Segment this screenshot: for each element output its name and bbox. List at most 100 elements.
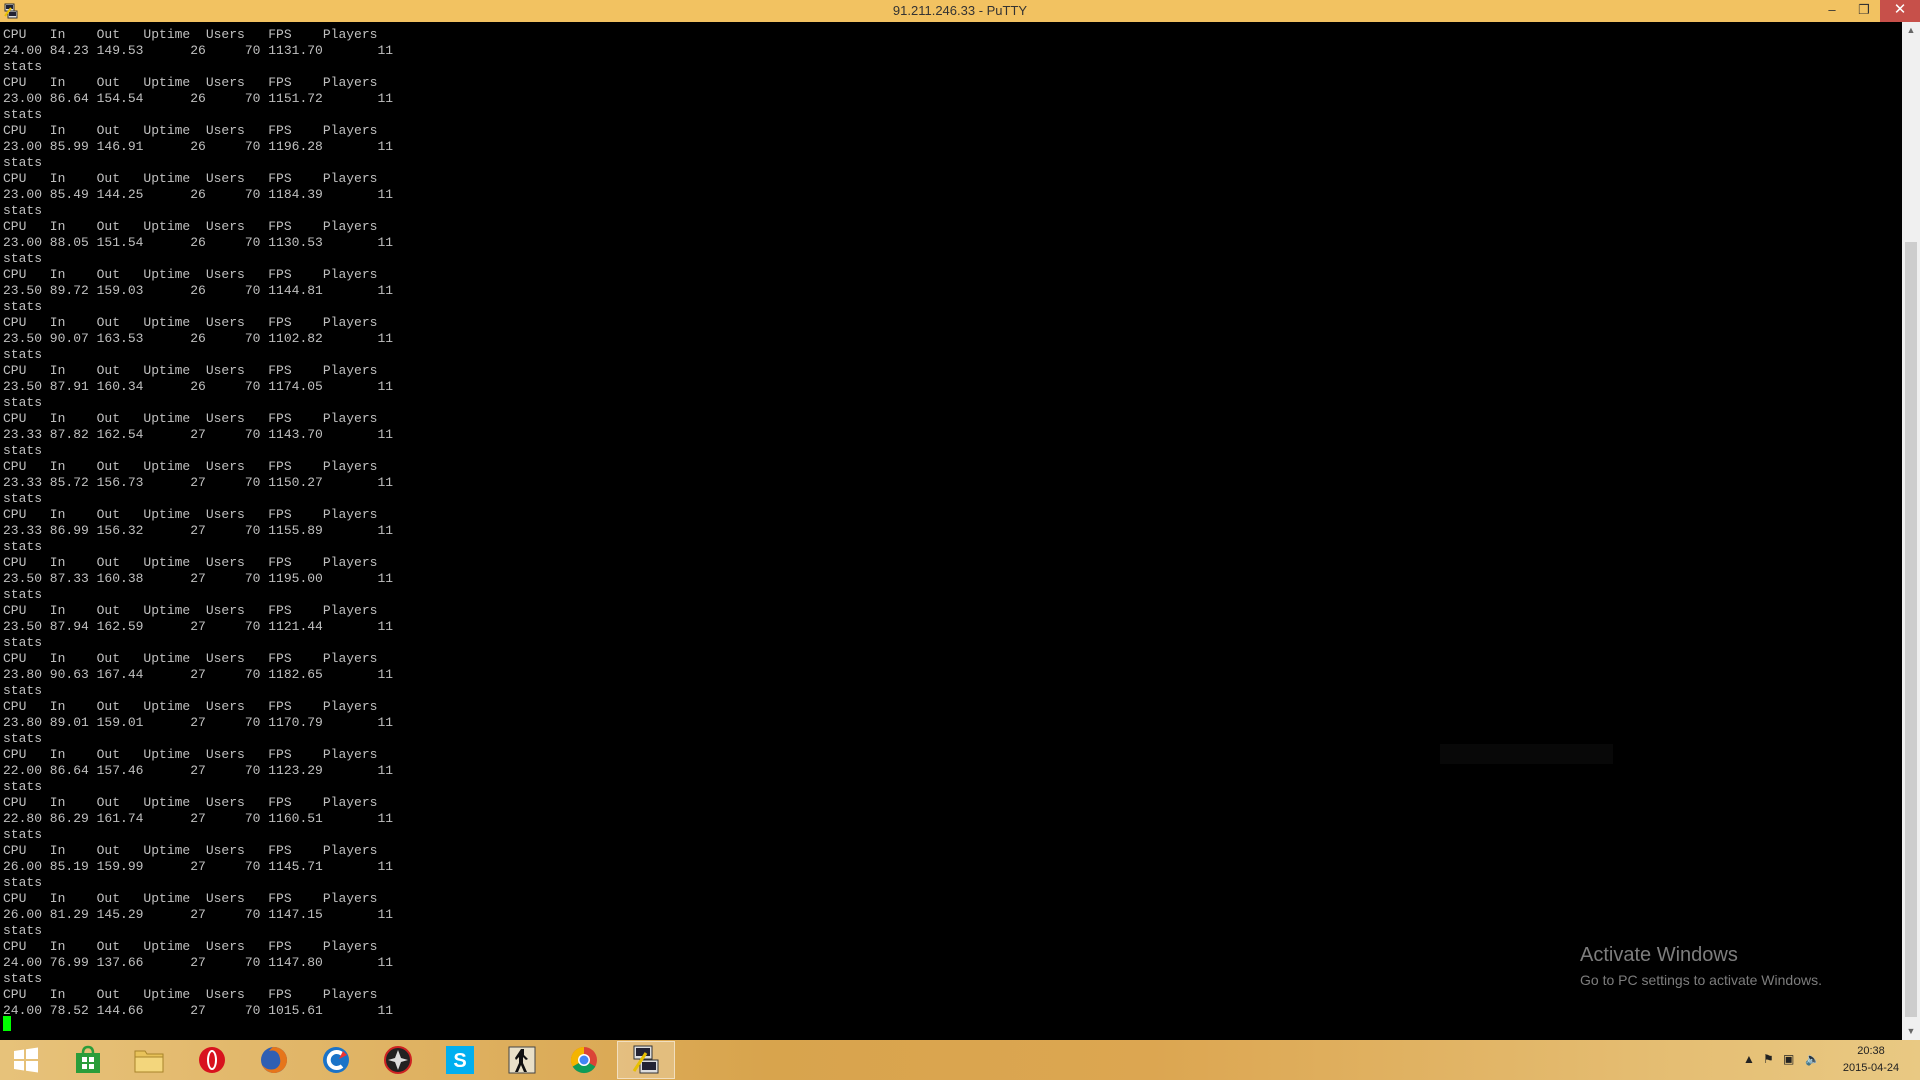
taskbar-ccleaner[interactable]	[307, 1041, 365, 1079]
scroll-up-arrow-icon[interactable]: ▲	[1902, 22, 1920, 39]
taskbar-putty[interactable]	[617, 1041, 675, 1079]
svg-text:S: S	[453, 1050, 466, 1072]
terminal-line: 26.00 85.19 159.99 27 70 1145.71 11	[3, 859, 394, 874]
terminal-line: 24.00 78.52 144.66 27 70 1015.61 11	[3, 1003, 394, 1018]
activate-windows-title: Activate Windows	[1580, 944, 1738, 966]
terminal-line: 23.00 85.99 146.91 26 70 1196.28 11	[3, 139, 394, 154]
terminal-line: stats	[3, 203, 43, 218]
terminal-line: 23.80 90.63 167.44 27 70 1182.65 11	[3, 667, 394, 682]
terminal-line: CPU In Out Uptime Users FPS Players	[3, 987, 378, 1002]
terminal-line: CPU In Out Uptime Users FPS Players	[3, 843, 378, 858]
taskbar-chrome[interactable]	[555, 1041, 613, 1079]
network-icon[interactable]: ▣	[1783, 1052, 1794, 1066]
tooltip-ghost	[1440, 744, 1613, 764]
terminal-line: 22.80 86.29 161.74 27 70 1160.51 11	[3, 811, 394, 826]
scroll-down-arrow-icon[interactable]: ▼	[1902, 1023, 1920, 1040]
store-icon	[76, 1045, 100, 1073]
terminal-line: 26.00 81.29 145.29 27 70 1147.15 11	[3, 907, 394, 922]
terminal-line: CPU In Out Uptime Users FPS Players	[3, 603, 378, 618]
terminal-line: CPU In Out Uptime Users FPS Players	[3, 411, 378, 426]
taskbar-game-app[interactable]	[369, 1041, 427, 1079]
taskbar-store[interactable]	[59, 1041, 117, 1079]
minimize-button[interactable]: –	[1816, 0, 1848, 22]
taskbar: S	[0, 1040, 1920, 1080]
terminal-line: stats	[3, 539, 43, 554]
terminal-line: stats	[3, 923, 43, 938]
terminal-line: stats	[3, 299, 43, 314]
terminal-line: 23.50 87.94 162.59 27 70 1121.44 11	[3, 619, 394, 634]
terminal-line: CPU In Out Uptime Users FPS Players	[3, 75, 378, 90]
terminal-line: stats	[3, 491, 43, 506]
clock-time[interactable]: 20:38	[1836, 1045, 1906, 1057]
terminal-line: stats	[3, 347, 43, 362]
activate-windows-subtitle: Go to PC settings to activate Windows.	[1580, 972, 1822, 988]
folder-icon	[134, 1050, 164, 1073]
terminal-line: CPU In Out Uptime Users FPS Players	[3, 363, 378, 378]
terminal-line: stats	[3, 827, 43, 842]
terminal-line: CPU In Out Uptime Users FPS Players	[3, 267, 378, 282]
terminal-line: CPU In Out Uptime Users FPS Players	[3, 651, 378, 666]
clock-date[interactable]: 2015-04-24	[1836, 1062, 1906, 1074]
taskbar-skype[interactable]: S	[431, 1041, 489, 1079]
window-title: 91.211.246.33 - PuTTY	[892, 3, 1028, 18]
terminal-line: CPU In Out Uptime Users FPS Players	[3, 891, 378, 906]
start-button[interactable]	[0, 1041, 52, 1079]
terminal-line: stats	[3, 971, 43, 986]
skype-icon: S	[446, 1046, 474, 1074]
terminal-line: CPU In Out Uptime Users FPS Players	[3, 219, 378, 234]
windows-logo-icon	[14, 1047, 38, 1073]
terminal-line: stats	[3, 587, 43, 602]
restore-button[interactable]: ❐	[1848, 0, 1880, 22]
terminal-line: 23.80 89.01 159.01 27 70 1170.79 11	[3, 715, 394, 730]
terminal-line: CPU In Out Uptime Users FPS Players	[3, 315, 378, 330]
terminal-line: 23.50 87.91 160.34 26 70 1174.05 11	[3, 379, 394, 394]
terminal-line: stats	[3, 635, 43, 650]
scroll-thumb[interactable]	[1905, 242, 1917, 1017]
terminal-line: 23.33 86.99 156.32 27 70 1155.89 11	[3, 523, 394, 538]
terminal-line: stats	[3, 251, 43, 266]
terminal-line: CPU In Out Uptime Users FPS Players	[3, 699, 378, 714]
opera-icon	[199, 1047, 225, 1073]
putty-icon	[632, 1045, 659, 1074]
title-bar[interactable]: 91.211.246.33 - PuTTY – ❐ ✕	[0, 0, 1920, 22]
terminal-line: stats	[3, 779, 43, 794]
terminal-line: 23.50 89.72 159.03 26 70 1144.81 11	[3, 283, 394, 298]
action-center-flag-icon[interactable]: ⚑	[1763, 1052, 1774, 1066]
tray-expand-icon[interactable]: ▲	[1743, 1052, 1755, 1066]
vertical-scrollbar[interactable]: ▲ ▼	[1902, 22, 1920, 1040]
terminal-lines: CPU In Out Uptime Users FPS Players 24.00…	[3, 27, 393, 1019]
close-button[interactable]: ✕	[1880, 0, 1920, 22]
terminal-line: stats	[3, 395, 43, 410]
terminal-line: CPU In Out Uptime Users FPS Players	[3, 27, 378, 42]
terminal-line: stats	[3, 875, 43, 890]
volume-icon[interactable]: 🔈	[1805, 1052, 1820, 1066]
terminal-line: CPU In Out Uptime Users FPS Players	[3, 123, 378, 138]
chrome-icon	[570, 1046, 597, 1074]
taskbar-firefox[interactable]	[245, 1041, 303, 1079]
terminal-line: 24.00 84.23 149.53 26 70 1131.70 11	[3, 43, 394, 58]
terminal-line: 24.00 76.99 137.66 27 70 1147.80 11	[3, 955, 394, 970]
terminal-line: stats	[3, 107, 43, 122]
terminal-output[interactable]: CPU In Out Uptime Users FPS Players 24.00…	[0, 22, 1902, 1040]
ccleaner-icon	[323, 1047, 349, 1073]
taskbar-counter-strike[interactable]	[493, 1041, 551, 1079]
terminal-line: CPU In Out Uptime Users FPS Players	[3, 747, 378, 762]
terminal-line: 23.00 85.49 144.25 26 70 1184.39 11	[3, 187, 394, 202]
terminal-line: stats	[3, 683, 43, 698]
terminal-line: CPU In Out Uptime Users FPS Players	[3, 459, 378, 474]
terminal-line: stats	[3, 59, 43, 74]
terminal-line: CPU In Out Uptime Users FPS Players	[3, 507, 378, 522]
terminal-line: 23.33 87.82 162.54 27 70 1143.70 11	[3, 427, 394, 442]
game-icon	[384, 1046, 412, 1074]
terminal-line: 23.00 88.05 151.54 26 70 1130.53 11	[3, 235, 394, 250]
taskbar-file-explorer[interactable]	[120, 1041, 178, 1079]
terminal-line: 23.50 87.33 160.38 27 70 1195.00 11	[3, 571, 394, 586]
terminal-line: CPU In Out Uptime Users FPS Players	[3, 555, 378, 570]
taskbar-opera[interactable]	[183, 1041, 241, 1079]
terminal-line: CPU In Out Uptime Users FPS Players	[3, 171, 378, 186]
terminal-line: CPU In Out Uptime Users FPS Players	[3, 795, 378, 810]
terminal-line: stats	[3, 731, 43, 746]
terminal-line: 23.00 86.64 154.54 26 70 1151.72 11	[3, 91, 394, 106]
terminal-line: 22.00 86.64 157.46 27 70 1123.29 11	[3, 763, 394, 778]
terminal-line: CPU In Out Uptime Users FPS Players	[3, 939, 378, 954]
